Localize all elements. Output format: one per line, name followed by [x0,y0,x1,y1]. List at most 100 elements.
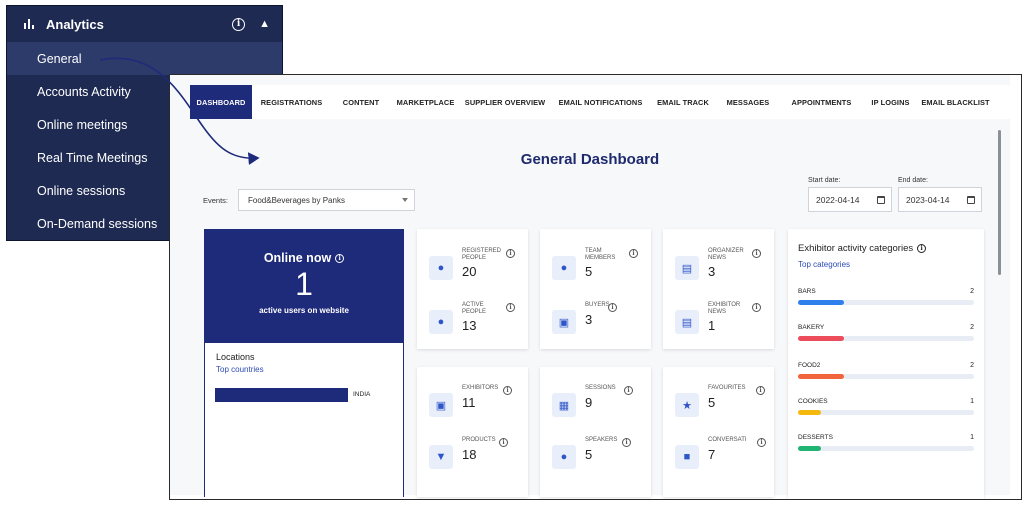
tab-ip-logins[interactable]: IP LOGINS [862,85,919,119]
info-icon[interactable]: i [917,244,927,253]
stat-label: TEAM MEMBERS [585,248,616,261]
sidebar-item-label: General [37,51,82,66]
info-icon[interactable]: i [232,17,246,31]
category-row-food2: FOOD2 2 [798,362,974,386]
stat-value: 18 [462,447,477,462]
stat-label: EXHIBITORS [462,385,499,391]
locations-subtitle: Top countries [216,365,264,374]
category-fill [798,446,821,451]
stat-active-people: ● ACTIVE PEOPLE i 13 [429,302,529,348]
stat-sessions: ▦ SESSIONS i 9 [552,385,652,431]
category-count: 2 [970,288,974,295]
stat-card-exhibitors: ▣ EXHIBITORS i 11 ▼ PRODUCTS i 18 [417,367,528,497]
category-row-bars: BARS 2 [798,288,974,312]
stat-organizer-news: ▤ ORGANIZER NEWS i 3 [675,248,775,294]
info-icon[interactable]: i [499,438,508,447]
category-count: 2 [970,324,974,331]
category-fill [798,374,844,379]
stat-value: 3 [585,312,593,327]
stat-value: 3 [708,264,716,279]
info-icon[interactable]: i [335,253,345,263]
category-track [798,446,974,451]
categories-header: Exhibitor activity categories i [798,243,927,254]
stat-label: PRODUCTS [462,437,496,443]
category-name: FOOD2 [798,362,821,369]
online-now-count: 1 [295,266,313,302]
end-date-input[interactable]: 2023-04-14 [898,187,982,212]
tab-messages[interactable]: MESSAGES [715,85,781,119]
tab-marketplace[interactable]: MARKETPLACE [391,85,460,119]
page-title: General Dashboard [520,151,660,168]
cart-icon: ▼ [429,445,453,469]
tab-content[interactable]: CONTENT [331,85,391,119]
category-row-bakery: BAKERY 2 [798,324,974,348]
chevron-up-icon[interactable]: ▲ [259,18,270,30]
category-name: BAKERY [798,324,825,331]
sidebar-item-label: On-Demand sessions [37,216,158,231]
sidebar-item-label: Real Time Meetings [37,150,148,165]
info-icon[interactable]: i [752,249,761,258]
locations-card: Locations Top countries INDIA [204,343,404,497]
category-row-desserts: DESSERTS 1 [798,434,974,458]
category-count: 1 [970,434,974,441]
sidebar-item-general[interactable]: General [7,42,282,75]
dashboard-content: DASHBOARD REGISTRATIONS CONTENT MARKETPL… [170,75,1010,499]
stat-label: EXHIBITOR NEWS [708,302,741,315]
start-date-label: Start date: [808,177,841,184]
tab-email-track[interactable]: EMAIL TRACK [651,85,715,119]
category-track [798,300,974,305]
info-icon[interactable]: i [506,249,515,258]
tab-supplier-overview[interactable]: SUPPLIER OVERVIEW [460,85,550,119]
online-now-header: Online now i [204,251,404,265]
info-icon[interactable]: i [503,386,512,395]
person-icon: ● [429,256,453,280]
sidebar-header-analytics[interactable]: Analytics i ▲ [7,6,282,42]
info-icon[interactable]: i [506,303,515,312]
info-icon[interactable]: i [629,249,638,258]
tab-email-notifications[interactable]: EMAIL NOTIFICATIONS [550,85,651,119]
location-bar-india [215,388,348,402]
info-icon[interactable]: i [757,438,766,447]
info-icon[interactable]: i [622,438,631,447]
events-label: Events: [203,196,229,205]
category-fill [798,336,844,341]
person-icon: ● [552,256,576,280]
stat-products: ▼ PRODUCTS i 18 [429,437,529,483]
stat-card-sessions: ▦ SESSIONS i 9 ● SPEAKERS i 5 [540,367,651,497]
stat-team-members: ● TEAM MEMBERS i 5 [552,248,652,294]
tab-dashboard[interactable]: DASHBOARD [190,85,252,119]
stat-value: 9 [585,395,593,410]
stat-value: 5 [585,447,593,462]
stat-buyers: ▣ BUYERS i 3 [552,302,652,348]
info-icon[interactable]: i [752,303,761,312]
end-date-label: End date: [898,177,928,184]
bar-chart-icon [24,19,34,29]
caret-down-icon [402,198,408,202]
info-icon[interactable]: i [756,386,765,395]
scrollbar[interactable] [998,130,1001,275]
calendar-icon[interactable] [967,196,975,204]
events-select[interactable]: Food&Beverages by Panks [238,189,415,211]
stat-label: FAVOURITES [708,385,746,391]
sidebar-item-label: Accounts Activity [37,84,131,99]
stat-conversations: ■ CONVERSATI i 7 [675,437,775,483]
locations-title: Locations [216,352,255,362]
info-icon[interactable]: i [624,386,633,395]
stat-label: SESSIONS [585,385,616,391]
stat-card-members: ● TEAM MEMBERS i 5 ▣ BUYERS i 3 [540,229,651,349]
info-icon[interactable]: i [608,303,617,312]
categories-title: Exhibitor activity categories [798,243,914,254]
tab-registrations[interactable]: REGISTRATIONS [252,85,331,119]
stat-card-people: ● REGISTERED PEOPLE i 20 ● ACTIVE PEOPLE… [417,229,528,349]
sidebar-item-label: Online meetings [37,117,128,132]
stat-card-news: ▤ ORGANIZER NEWS i 3 ▤ EXHIBITOR NEWS i … [663,229,774,349]
calendar-icon[interactable] [877,196,885,204]
tab-email-blacklist[interactable]: EMAIL BLACKLIST [919,85,992,119]
stat-favourites: ★ FAVOURITES i 5 [675,385,775,431]
microphone-icon: ● [552,445,576,469]
sidebar-header-title: Analytics [46,16,104,32]
category-fill [798,300,844,305]
tab-appointments[interactable]: APPOINTMENTS [781,85,862,119]
start-date-input[interactable]: 2022-04-14 [808,187,892,212]
category-track [798,336,974,341]
